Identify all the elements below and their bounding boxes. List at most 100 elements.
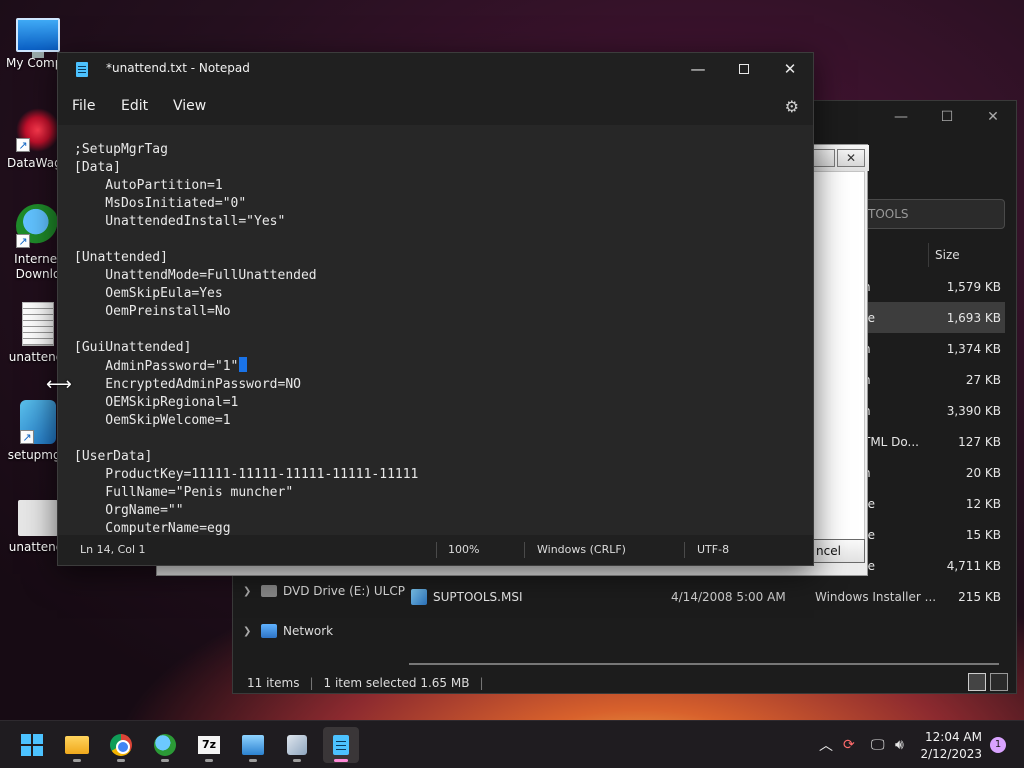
taskbar: 7z ︿ ⟳ 🖵 🔊︎ 12:04 AM 2/12/2023 1: [0, 720, 1024, 768]
chevron-right-icon[interactable]: ❯: [243, 586, 255, 597]
running-indicator: [293, 759, 301, 762]
file-row-suptools[interactable]: SUPTOOLS.MSI 4/14/2008 5:00 AM Windows I…: [393, 581, 1005, 612]
file-type: Windows Installer ...: [815, 589, 937, 604]
file-size: 4,711 KB: [946, 558, 1001, 573]
network-icon: 🖵: [871, 737, 885, 753]
setup-icon: ↗: [20, 400, 56, 444]
installer-icon: [287, 735, 307, 755]
file-size: 20 KB: [965, 465, 1001, 480]
zoom-level: 100%: [448, 543, 480, 556]
system-clock[interactable]: 12:04 AM 2/12/2023: [920, 729, 982, 763]
tray-network[interactable]: 🖵: [871, 721, 885, 768]
close-button[interactable]: ✕: [970, 101, 1016, 133]
details-view-button[interactable]: [968, 673, 986, 691]
minimize-button[interactable]: —: [878, 101, 924, 133]
file-date: 4/14/2008 5:00 AM: [671, 589, 786, 604]
text-before-caret: ;SetupMgrTag [Data] AutoPartition=1 MsDo…: [74, 142, 317, 374]
windows-logo-icon: [21, 734, 43, 756]
maximize-button[interactable]: ☐: [924, 101, 970, 133]
file-size: 1,374 KB: [946, 341, 1001, 356]
running-indicator: [205, 759, 213, 762]
notepad-window[interactable]: *unattend.txt - Notepad — ✕ File Edit Vi…: [57, 52, 814, 566]
status-divider: [436, 542, 437, 558]
view-toggle: [968, 673, 1008, 691]
dvd-drive-icon: [261, 585, 277, 597]
status-separator: |: [479, 676, 484, 690]
menu-edit[interactable]: Edit: [121, 98, 148, 114]
taskbar-setup-app[interactable]: [235, 727, 271, 763]
active-indicator: [334, 759, 348, 762]
large-icons-view-button[interactable]: [990, 673, 1008, 691]
file-size: 27 KB: [965, 372, 1001, 387]
taskbar-setupmgr[interactable]: [279, 727, 315, 763]
nav-item-dvd-drive[interactable]: ❯ DVD Drive (E:) ULCP: [243, 571, 405, 611]
clock-time: 12:04 AM: [925, 730, 982, 744]
shortcut-arrow-icon: ↗: [16, 234, 30, 248]
file-size: 12 KB: [965, 496, 1001, 511]
running-indicator: [161, 759, 169, 762]
nav-label: Network: [283, 624, 334, 638]
file-size: 1,693 KB: [946, 310, 1001, 325]
horizontal-resize-cursor-icon: ⟷: [46, 374, 72, 395]
navigation-pane: ❯ DVD Drive (E:) ULCP ❯ Network: [243, 571, 405, 651]
taskbar-notepad[interactable]: [323, 727, 359, 763]
taskbar-chrome[interactable]: [103, 727, 139, 763]
chevron-right-icon[interactable]: ❯: [243, 626, 255, 637]
settings-gear-icon[interactable]: ⚙: [785, 97, 799, 116]
status-separator: |: [309, 676, 314, 690]
minimize-button[interactable]: —: [675, 53, 721, 85]
running-indicator: [73, 759, 81, 762]
chevron-up-icon: ︿: [819, 738, 833, 754]
status-divider: [684, 542, 685, 558]
file-size: 215 KB: [958, 589, 1001, 604]
text-caret: [239, 357, 248, 372]
file-name: SUPTOOLS.MSI: [433, 589, 523, 604]
show-hidden-icons-button[interactable]: ︿: [819, 721, 833, 768]
clock-date: 2/12/2023: [920, 747, 982, 761]
text-file-icon: [22, 302, 54, 346]
start-button[interactable]: [14, 727, 50, 763]
notepad-titlebar[interactable]: *unattend.txt - Notepad — ✕: [58, 53, 813, 85]
window-title: *unattend.txt - Notepad: [106, 61, 250, 75]
settings-file-icon: [18, 500, 58, 536]
notepad-icon: [333, 735, 349, 755]
file-type-fragment: TML Do...: [863, 434, 919, 449]
shortcut-arrow-icon: ↗: [16, 138, 30, 152]
horizontal-scrollbar[interactable]: [409, 663, 999, 665]
update-alert-icon: ⟳: [843, 737, 855, 753]
tray-volume[interactable]: 🔊︎: [895, 721, 904, 768]
notepad-app-icon: [76, 62, 88, 77]
close-button[interactable]: ✕: [767, 53, 813, 85]
menu-file[interactable]: File: [72, 98, 95, 114]
notification-badge[interactable]: 1: [990, 737, 1006, 753]
menu-bar: File Edit View ⚙: [58, 89, 813, 123]
shortcut-arrow-icon: ↗: [20, 430, 34, 444]
running-indicator: [249, 759, 257, 762]
setup-icon: [242, 735, 264, 755]
taskbar-idm[interactable]: [147, 727, 183, 763]
status-bar: 11 items | 1 item selected 1.65 MB |: [247, 676, 484, 690]
nav-label: DVD Drive (E:) ULCP: [283, 584, 405, 598]
computer-icon: [16, 18, 60, 58]
taskbar-file-explorer[interactable]: [59, 727, 95, 763]
column-header-size[interactable]: Size: [928, 243, 1008, 267]
file-size: 1,579 KB: [946, 279, 1001, 294]
file-size: 3,390 KB: [946, 403, 1001, 418]
installer-package-icon: [411, 588, 427, 605]
maximize-icon: [739, 64, 749, 74]
text-editor[interactable]: ;SetupMgrTag [Data] AutoPartition=1 MsDo…: [58, 125, 813, 537]
window-controls: — ✕: [675, 53, 813, 85]
nav-item-network[interactable]: ❯ Network: [243, 611, 405, 651]
maximize-button[interactable]: [721, 53, 767, 85]
taskbar-7zip[interactable]: 7z: [191, 727, 227, 763]
idm-icon: [154, 734, 176, 756]
item-count: 11 items: [247, 676, 300, 690]
cancel-button[interactable]: ncel: [807, 539, 865, 563]
file-size: 127 KB: [958, 434, 1001, 449]
dialog-close-button[interactable]: ✕: [837, 149, 865, 167]
idm-icon: ↗: [16, 204, 60, 248]
7zip-icon: 7z: [198, 736, 220, 754]
tray-update-icon[interactable]: ⟳: [843, 721, 855, 768]
menu-view[interactable]: View: [173, 98, 206, 114]
line-ending: Windows (CRLF): [537, 543, 626, 556]
